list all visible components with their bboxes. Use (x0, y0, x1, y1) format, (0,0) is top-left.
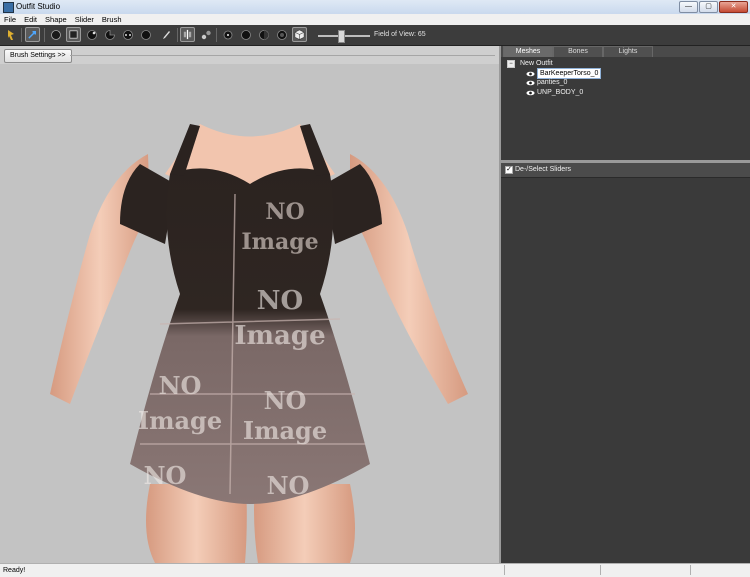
tree-item[interactable]: panties_0 (526, 78, 567, 87)
toolbar-separator (177, 28, 178, 42)
eye-icon[interactable] (526, 71, 535, 77)
texture-label: NO (257, 286, 303, 316)
connected-icon[interactable] (198, 27, 213, 42)
app-icon (3, 2, 14, 13)
shaded-sphere-icon[interactable] (256, 27, 271, 42)
right-panel: Meshes Bones Lights − New Outfit BarKeep… (501, 46, 750, 563)
field-of-view-label: Field of View: 65 (374, 31, 426, 38)
tree-item-label: panties_0 (537, 79, 568, 86)
move-icon[interactable] (102, 27, 117, 42)
texture-label: NO (264, 386, 307, 415)
sphere-icon[interactable] (238, 27, 253, 42)
menu-brush[interactable]: Brush (98, 14, 126, 25)
tree-root[interactable]: − New Outfit (507, 59, 553, 68)
window-title: Outfit Studio (16, 2, 61, 11)
collapse-icon[interactable]: − (507, 59, 515, 68)
transform-icon[interactable] (25, 27, 40, 42)
fov-slider-thumb[interactable] (338, 30, 345, 43)
panel-tabs: Meshes Bones Lights (501, 46, 750, 57)
tree-item-label: UNP_BODY_0 (537, 89, 584, 96)
mesh-tree: − New Outfit BarKeeperTorso_0 panties_0 … (501, 57, 750, 160)
menu-file[interactable]: File (0, 14, 20, 25)
tab-meshes[interactable]: Meshes (503, 46, 553, 57)
model-render: NO Image NO Image NO Image NO Image NO N… (50, 124, 468, 563)
textured-sphere-icon[interactable] (274, 27, 289, 42)
toolbar-separator (216, 28, 217, 42)
maximize-button[interactable]: ▢ (699, 1, 718, 13)
tree-item[interactable]: UNP_BODY_0 (526, 88, 583, 97)
select-sliders-checkbox[interactable]: ✓ (505, 166, 513, 174)
texture-label: NO (159, 371, 202, 400)
eye-icon[interactable] (526, 90, 535, 96)
texture-label: NO (267, 471, 310, 500)
sliders-header: ✓ De-/Select Sliders (501, 163, 750, 178)
texture-label: Image (243, 416, 327, 445)
mirror-icon[interactable] (180, 27, 195, 42)
toolbar-separator (44, 28, 45, 42)
status-bar: Ready! (0, 563, 750, 577)
tab-bones[interactable]: Bones (553, 46, 603, 57)
deflate-icon[interactable] (84, 27, 99, 42)
smooth-icon[interactable] (120, 27, 135, 42)
menu-edit[interactable]: Edit (20, 14, 41, 25)
window-controls: — ▢ ✕ (678, 1, 748, 13)
eye-icon[interactable] (526, 80, 535, 86)
menu-shape[interactable]: Shape (41, 14, 71, 25)
sliders-list (501, 178, 750, 563)
cube-icon[interactable] (292, 27, 307, 42)
status-separator (600, 565, 601, 575)
close-button[interactable]: ✕ (719, 1, 748, 13)
menu-slider[interactable]: Slider (71, 14, 98, 25)
title-bar: Outfit Studio — ▢ ✕ (0, 0, 750, 15)
left-panel: Brush Settings >> NO Image NO Image NO I… (0, 46, 499, 563)
brush-settings-button[interactable]: Brush Settings >> (4, 49, 72, 63)
status-text: Ready! (3, 567, 26, 574)
toolbar: Field of View: 65 (0, 25, 750, 46)
3d-viewport[interactable]: NO Image NO Image NO Image NO Image NO N… (0, 64, 499, 563)
minimize-button[interactable]: — (679, 1, 698, 13)
select-brush-icon[interactable] (3, 27, 18, 42)
menu-bar: File Edit Shape Slider Brush (0, 14, 750, 25)
point-icon[interactable] (220, 27, 235, 42)
status-separator (690, 565, 691, 575)
texture-label: Image (138, 406, 222, 435)
select-sliders-label: De-/Select Sliders (515, 166, 572, 173)
status-separator (504, 565, 505, 575)
texture-label: Image (241, 229, 318, 255)
toolbar-separator (21, 28, 22, 42)
unmask-icon[interactable] (138, 27, 153, 42)
texture-label: Image (234, 321, 325, 351)
outfit-name: New Outfit (520, 60, 553, 67)
texture-label: NO (144, 461, 187, 490)
weight-paint-icon[interactable] (158, 27, 173, 42)
mask-brush-icon[interactable] (66, 27, 81, 42)
tab-lights[interactable]: Lights (603, 46, 653, 57)
inflate-icon[interactable] (48, 27, 63, 42)
brush-settings-divider (70, 55, 495, 56)
texture-label: NO (265, 199, 304, 225)
